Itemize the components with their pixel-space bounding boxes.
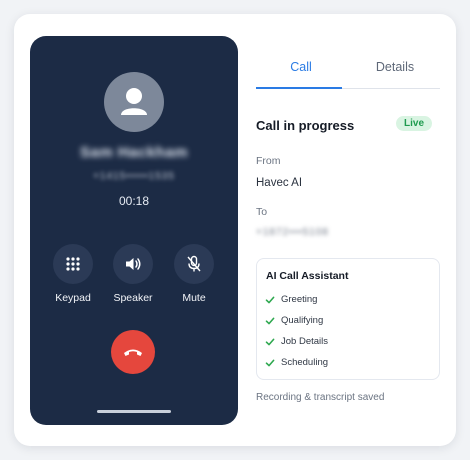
mute-button[interactable]: Mute: [164, 244, 224, 304]
check-icon: [265, 359, 275, 366]
step-scheduling: Scheduling: [265, 357, 328, 368]
phone-call-screen: Sam Hackham +1415•••••1535 00:18 Keypad: [30, 36, 238, 425]
mute-button-circle[interactable]: [174, 244, 214, 284]
ai-assistant-panel: AI Call Assistant Greeting Qualifying Jo…: [256, 258, 440, 380]
speaker-button-circle[interactable]: [113, 244, 153, 284]
tab-bar: Call Details: [256, 54, 440, 89]
caller-avatar: [104, 72, 164, 132]
live-badge: Live: [396, 116, 433, 131]
to-value: +1872•••5108: [256, 227, 329, 238]
step-qualifying: Qualifying: [265, 315, 323, 326]
phone-hangup-icon: [124, 349, 142, 356]
home-indicator: [97, 410, 171, 413]
step-label: Qualifying: [281, 315, 324, 326]
speaker-icon: [126, 258, 141, 270]
check-icon: [265, 338, 275, 345]
call-card: Sam Hackham +1415•••••1535 00:18 Keypad: [14, 14, 456, 446]
mute-label: Mute: [182, 292, 206, 304]
step-greeting: Greeting: [265, 294, 317, 305]
caller-number: +1415•••••1535: [93, 171, 175, 182]
from-value: Havec AI: [256, 177, 303, 189]
step-label: Job Details: [281, 336, 328, 347]
from-label: From: [256, 155, 281, 167]
keypad-button-circle[interactable]: [53, 244, 93, 284]
keypad-icon: [66, 257, 80, 271]
step-job-details: Job Details: [265, 336, 328, 347]
active-tab-indicator: [256, 87, 342, 89]
end-call-button[interactable]: [111, 330, 155, 374]
call-timer: 00:18: [118, 194, 150, 208]
tab-details[interactable]: Details: [350, 60, 440, 74]
microphone-muted-icon: [187, 255, 201, 272]
check-icon: [265, 317, 275, 324]
keypad-button[interactable]: Keypad: [43, 244, 103, 304]
recording-saved-note: Recording & transcript saved: [256, 392, 385, 403]
speaker-button[interactable]: Speaker: [103, 244, 163, 304]
caller-name: Sam Hackham: [79, 144, 189, 161]
tab-call[interactable]: Call: [256, 60, 346, 74]
ai-assistant-title: AI Call Assistant: [266, 270, 349, 282]
keypad-label: Keypad: [55, 292, 91, 304]
person-icon: [121, 88, 147, 115]
to-label: To: [256, 206, 268, 218]
step-label: Greeting: [281, 294, 318, 305]
call-status-title: Call in progress: [256, 118, 355, 133]
step-label: Scheduling: [281, 357, 329, 368]
check-icon: [265, 296, 275, 303]
speaker-label: Speaker: [113, 292, 153, 304]
